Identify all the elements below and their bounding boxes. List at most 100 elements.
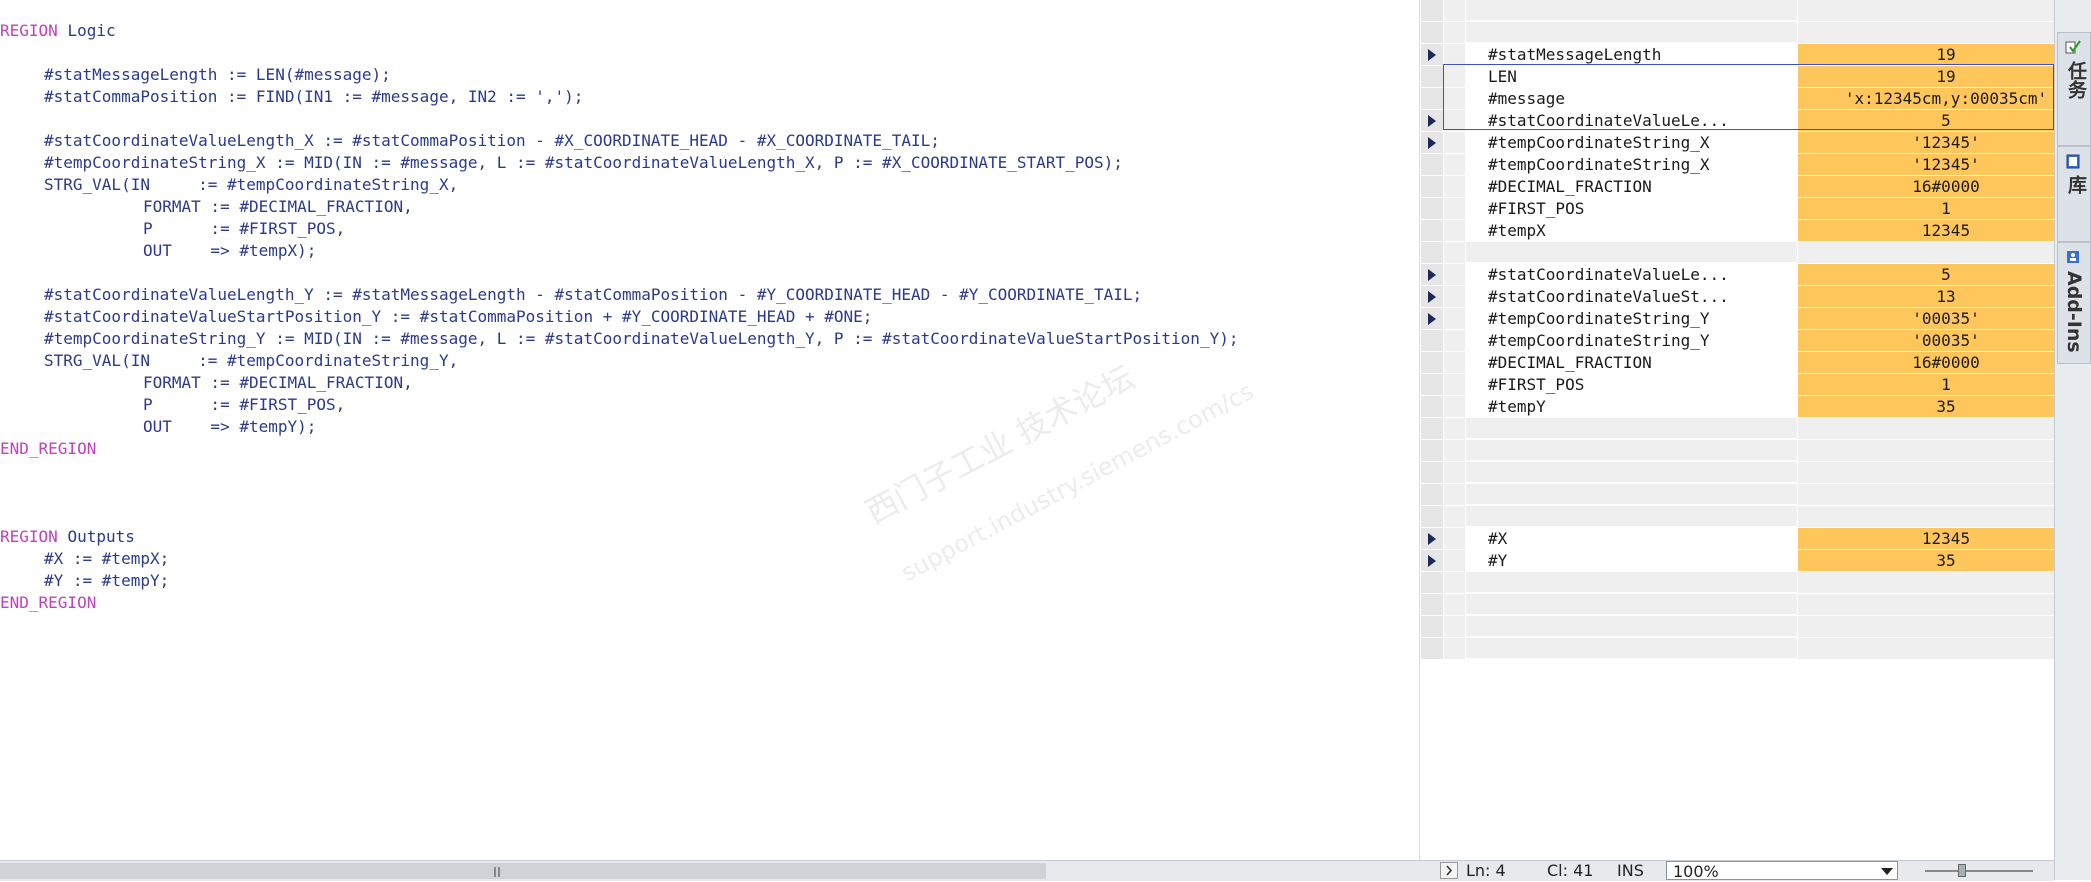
row-gutter[interactable] bbox=[1421, 44, 1443, 66]
expand-arrow-icon[interactable] bbox=[1428, 291, 1436, 303]
horizontal-scrollbar[interactable] bbox=[0, 863, 1046, 879]
row-gutter[interactable] bbox=[1421, 110, 1443, 132]
code-line[interactable]: #statCoordinateValueLength_Y := #statMes… bbox=[0, 284, 1142, 306]
monitor-row-empty[interactable] bbox=[1421, 572, 2054, 594]
row-indent bbox=[1444, 352, 1465, 374]
monitor-row-empty[interactable] bbox=[1421, 418, 2054, 440]
monitor-row-empty[interactable] bbox=[1421, 242, 2054, 264]
monitor-row[interactable]: #DECIMAL_FRACTION 16#0000 bbox=[1421, 352, 2054, 374]
monitor-row[interactable]: LEN 19 bbox=[1421, 66, 2054, 88]
tab-addins[interactable]: Add-Ins bbox=[2057, 242, 2091, 364]
monitor-row-empty[interactable] bbox=[1421, 484, 2054, 506]
tab-library[interactable]: 库 bbox=[2057, 146, 2091, 242]
monitor-row[interactable]: #tempCoordinateString_X '12345' bbox=[1421, 132, 2054, 154]
row-gutter bbox=[1421, 638, 1443, 660]
monitor-row[interactable]: #Y 35 bbox=[1421, 550, 2054, 572]
tab-tasks[interactable]: 任务 bbox=[2057, 32, 2091, 146]
monitor-row[interactable]: #DECIMAL_FRACTION 16#0000 bbox=[1421, 176, 2054, 198]
row-indent bbox=[1444, 396, 1465, 418]
monitor-row[interactable]: #statCoordinateValueSt... 13 bbox=[1421, 286, 2054, 308]
code-line[interactable]: #tempCoordinateString_Y := MID(IN := #me… bbox=[0, 328, 1238, 350]
row-gutter[interactable] bbox=[1421, 550, 1443, 572]
row-gutter bbox=[1421, 0, 1443, 22]
code-line[interactable]: #statCoordinateValueLength_X := #statCom… bbox=[0, 130, 940, 152]
row-gutter[interactable] bbox=[1421, 132, 1443, 154]
row-indent bbox=[1444, 0, 1465, 22]
row-gutter bbox=[1421, 66, 1443, 88]
code-line[interactable]: END_REGION bbox=[0, 438, 96, 460]
monitor-row-empty[interactable] bbox=[1421, 638, 2054, 660]
monitor-row[interactable]: #statCoordinateValueLe... 5 bbox=[1421, 264, 2054, 286]
code-line[interactable]: OUT => #tempY); bbox=[0, 416, 316, 438]
row-gutter[interactable] bbox=[1421, 264, 1443, 286]
monitor-row[interactable]: #statCoordinateValueLe... 5 bbox=[1421, 110, 2054, 132]
zoom-slider-thumb[interactable] bbox=[1958, 864, 1966, 877]
scrollbar-grip[interactable] bbox=[494, 867, 500, 877]
code-line[interactable]: #X := #tempX; bbox=[0, 548, 169, 570]
code-line[interactable]: FORMAT := #DECIMAL_FRACTION, bbox=[0, 196, 413, 218]
expand-arrow-icon[interactable] bbox=[1428, 555, 1436, 567]
code-line[interactable]: #statCoordinateValueStartPosition_Y := #… bbox=[0, 306, 872, 328]
monitor-row[interactable]: #statMessageLength 19 bbox=[1421, 44, 2054, 66]
zoom-slider-track[interactable] bbox=[1925, 870, 2033, 872]
monitor-row-empty[interactable] bbox=[1421, 440, 2054, 462]
monitor-row-empty[interactable] bbox=[1421, 594, 2054, 616]
monitor-value bbox=[1798, 0, 2054, 22]
monitor-value: 19 bbox=[1798, 66, 2054, 88]
monitor-value: 35 bbox=[1798, 396, 2054, 418]
expand-arrow-icon[interactable] bbox=[1428, 49, 1436, 61]
tab-addins-label: Add-Ins bbox=[2063, 271, 2085, 353]
monitor-variable-name: #statCoordinateValueLe... bbox=[1466, 110, 1798, 131]
monitor-value bbox=[1798, 462, 2054, 484]
monitor-row[interactable]: #message'x:12345cm,y:00035cm' bbox=[1421, 88, 2054, 110]
row-indent bbox=[1444, 638, 1465, 660]
code-line[interactable]: P := #FIRST_POS, bbox=[0, 394, 345, 416]
monitor-table[interactable]: #statMessageLength 19 LEN 19 #message'x:1234… bbox=[1421, 0, 2054, 660]
monitor-row[interactable]: #FIRST_POS 1 bbox=[1421, 374, 2054, 396]
code-line[interactable]: #statMessageLength := LEN(#message); bbox=[0, 64, 391, 86]
code-line[interactable]: #statCommaPosition := FIND(IN1 := #messa… bbox=[0, 86, 583, 108]
status-expand-button[interactable] bbox=[1440, 862, 1458, 879]
monitor-row-empty[interactable] bbox=[1421, 0, 2054, 22]
code-line[interactable]: OUT => #tempX); bbox=[0, 240, 316, 262]
expand-arrow-icon[interactable] bbox=[1428, 137, 1436, 149]
row-gutter[interactable] bbox=[1421, 528, 1443, 550]
monitor-row-empty[interactable] bbox=[1421, 506, 2054, 528]
expand-arrow-icon[interactable] bbox=[1428, 269, 1436, 281]
zoom-dropdown[interactable]: 100% bbox=[1666, 861, 1898, 881]
monitor-row-empty[interactable] bbox=[1421, 462, 2054, 484]
code-line[interactable]: #Y := #tempY; bbox=[0, 570, 169, 592]
row-indent bbox=[1444, 176, 1465, 198]
monitor-row[interactable]: #tempX 12345 bbox=[1421, 220, 2054, 242]
monitor-value bbox=[1798, 638, 2054, 660]
monitor-value: 5 bbox=[1798, 110, 2054, 132]
code-line[interactable]: P := #FIRST_POS, bbox=[0, 218, 345, 240]
row-indent bbox=[1444, 616, 1465, 638]
code-line[interactable]: FORMAT := #DECIMAL_FRACTION, bbox=[0, 372, 413, 394]
monitor-row[interactable]: #tempCoordinateString_Y '00035' bbox=[1421, 330, 2054, 352]
monitor-variable-name: #tempX bbox=[1466, 220, 1798, 241]
monitor-value: 12345 bbox=[1798, 528, 2054, 550]
row-gutter[interactable] bbox=[1421, 286, 1443, 308]
code-editor[interactable]: REGION Logic #statMessageLength := LEN(#… bbox=[0, 0, 1420, 860]
code-line[interactable]: STRG_VAL(IN := #tempCoordinateString_X, bbox=[0, 174, 458, 196]
monitor-value bbox=[1798, 594, 2054, 616]
code-line[interactable]: END_REGION bbox=[0, 592, 96, 614]
monitor-value: 12345 bbox=[1798, 220, 2054, 242]
row-gutter[interactable] bbox=[1421, 308, 1443, 330]
expand-arrow-icon[interactable] bbox=[1428, 533, 1436, 545]
code-line[interactable]: REGION Outputs bbox=[0, 526, 135, 548]
monitor-row[interactable]: #tempCoordinateString_Y '00035' bbox=[1421, 308, 2054, 330]
code-line[interactable]: STRG_VAL(IN := #tempCoordinateString_Y, bbox=[0, 350, 458, 372]
code-line[interactable]: REGION Logic bbox=[0, 20, 116, 42]
monitor-value: '00035' bbox=[1798, 308, 2054, 330]
expand-arrow-icon[interactable] bbox=[1428, 115, 1436, 127]
monitor-row-empty[interactable] bbox=[1421, 616, 2054, 638]
expand-arrow-icon[interactable] bbox=[1428, 313, 1436, 325]
monitor-row[interactable]: #X 12345 bbox=[1421, 528, 2054, 550]
monitor-row[interactable]: #tempCoordinateString_X '12345' bbox=[1421, 154, 2054, 176]
monitor-row[interactable]: #FIRST_POS 1 bbox=[1421, 198, 2054, 220]
monitor-row[interactable]: #tempY 35 bbox=[1421, 396, 2054, 418]
monitor-row-empty[interactable] bbox=[1421, 22, 2054, 44]
code-line[interactable]: #tempCoordinateString_X := MID(IN := #me… bbox=[0, 152, 1123, 174]
